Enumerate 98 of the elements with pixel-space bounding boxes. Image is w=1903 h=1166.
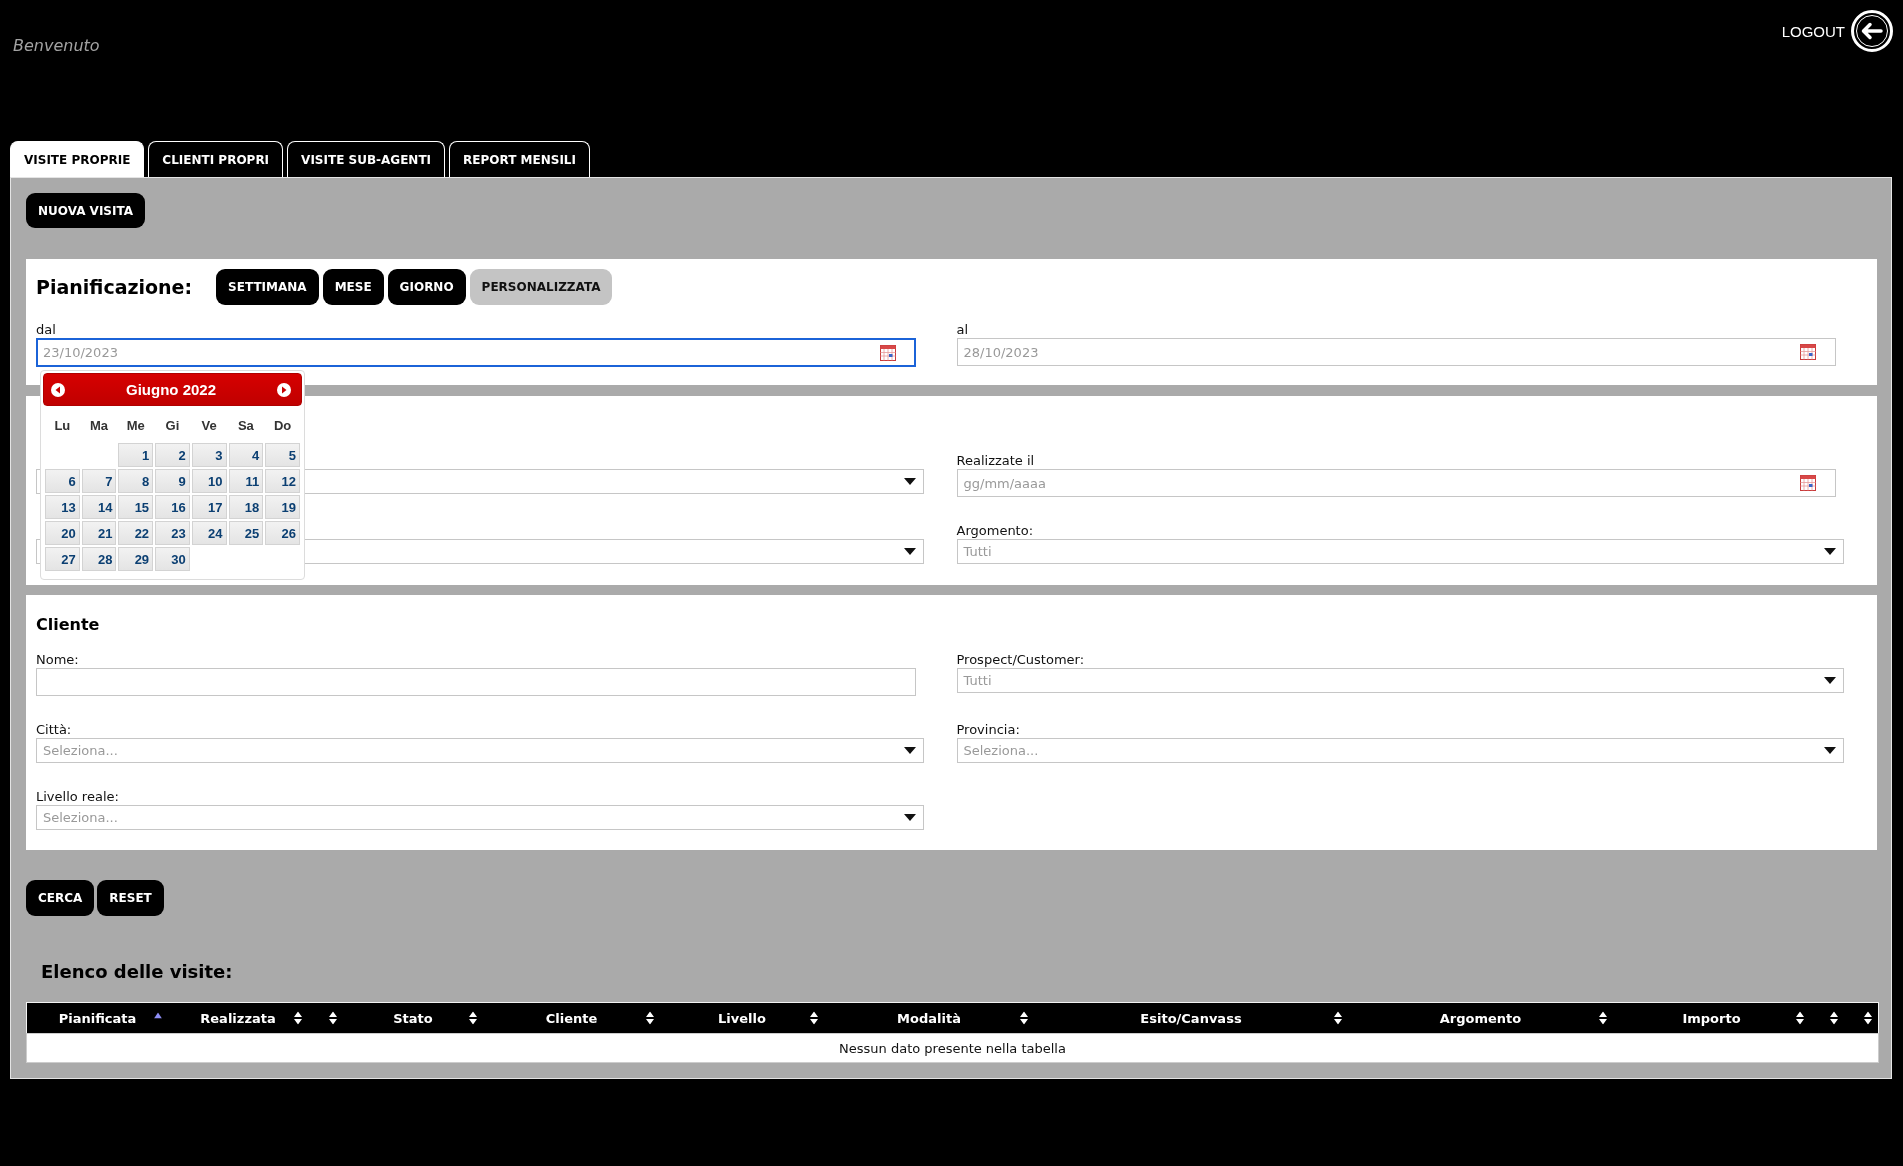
month-title: Giugno 2022 bbox=[126, 381, 216, 398]
text-field[interactable] bbox=[36, 668, 916, 696]
action-button[interactable]: CERCA bbox=[26, 880, 95, 916]
field-label: Argomento: bbox=[956, 522, 1034, 539]
field-label: Nome: bbox=[36, 651, 79, 668]
calendar-day[interactable]: 7 bbox=[81, 469, 117, 493]
period-button[interactable]: GIORNO bbox=[387, 269, 466, 305]
sort-icon[interactable] bbox=[646, 1011, 654, 1025]
sort-icon[interactable] bbox=[1020, 1011, 1028, 1025]
date-field[interactable]: gg/mm/aaaa bbox=[956, 469, 1836, 497]
calendar-icon[interactable] bbox=[879, 344, 896, 361]
calendar-day[interactable]: 21 bbox=[81, 521, 117, 545]
period-button[interactable]: MESE bbox=[322, 269, 384, 305]
calendar-day[interactable]: 3 bbox=[191, 443, 227, 467]
calendar-day[interactable]: 9 bbox=[155, 469, 190, 493]
caret-icon bbox=[1824, 747, 1836, 754]
calendar-day[interactable]: 15 bbox=[118, 495, 154, 519]
field-label: Provincia: bbox=[956, 721, 1020, 738]
caret-icon bbox=[1824, 548, 1836, 555]
field-label: dal bbox=[36, 321, 56, 338]
action-button[interactable]: RESET bbox=[97, 880, 164, 916]
calendar-day[interactable]: 19 bbox=[265, 495, 300, 519]
field-label: Livello reale: bbox=[36, 788, 119, 805]
weekday-label: Ve bbox=[200, 416, 218, 435]
column-header[interactable]: Stato bbox=[343, 1002, 483, 1034]
tab[interactable]: CLIENTI PROPRI bbox=[148, 141, 284, 177]
tab[interactable]: VISITE SUB-AGENTI bbox=[287, 141, 446, 177]
welcome-text: Benvenuto bbox=[13, 36, 100, 56]
calendar-day[interactable]: 2 bbox=[155, 443, 190, 467]
weekday-label: Lu bbox=[53, 416, 72, 435]
calendar-day[interactable]: 14 bbox=[81, 495, 117, 519]
logout-link[interactable]: LOGOUT bbox=[1781, 10, 1893, 52]
column-header[interactable]: Livello bbox=[660, 1002, 824, 1034]
column-header[interactable]: Esito/Canvass bbox=[1034, 1002, 1348, 1034]
sort-icon[interactable] bbox=[1864, 1011, 1872, 1025]
calendar-day[interactable]: 18 bbox=[228, 495, 264, 519]
field-label: Prospect/Customer: bbox=[956, 651, 1085, 668]
weekday-label: Do bbox=[272, 416, 293, 435]
caret-icon bbox=[903, 814, 916, 821]
column-header[interactable]: Cliente bbox=[483, 1002, 660, 1034]
calendar-day[interactable]: 16 bbox=[155, 495, 190, 519]
caret-icon bbox=[903, 747, 916, 754]
calendar-day[interactable]: 4 bbox=[228, 443, 264, 467]
calendar-day[interactable]: 17 bbox=[191, 495, 227, 519]
caret-icon bbox=[903, 478, 916, 485]
column-header[interactable]: Pianificata bbox=[26, 1002, 168, 1034]
column-header[interactable]: Modalità bbox=[824, 1002, 1034, 1034]
sort-icon[interactable] bbox=[1599, 1011, 1607, 1025]
tab[interactable]: REPORT MENSILI bbox=[449, 141, 590, 177]
calendar-day[interactable]: 26 bbox=[265, 521, 300, 545]
calendar-day[interactable]: 8 bbox=[118, 469, 154, 493]
calendar-day[interactable]: 6 bbox=[45, 469, 80, 493]
weekday-label: Gi bbox=[164, 416, 181, 435]
empty-table-message: Nessun dato presente nella tabella bbox=[26, 1033, 1879, 1063]
sort-icon[interactable] bbox=[1334, 1011, 1342, 1025]
calendar-day[interactable]: 13 bbox=[45, 495, 80, 519]
period-button[interactable]: PERSONALIZZATA bbox=[469, 269, 613, 305]
column-header[interactable] bbox=[1844, 1002, 1879, 1034]
tab[interactable]: VISITE PROPRIE bbox=[10, 141, 145, 177]
calendar-icon[interactable] bbox=[1800, 475, 1816, 491]
caret-icon bbox=[903, 548, 916, 555]
column-header[interactable]: Importo bbox=[1613, 1002, 1810, 1034]
section-title: Pianificazione: bbox=[36, 275, 193, 299]
weekday-label: Ma bbox=[89, 416, 110, 435]
column-header[interactable]: Realizzata bbox=[168, 1002, 308, 1034]
calendar-day[interactable]: 28 bbox=[81, 547, 117, 571]
column-header[interactable]: Argomento bbox=[1348, 1002, 1613, 1034]
sort-icon[interactable] bbox=[810, 1011, 818, 1025]
calendar-day[interactable]: 23 bbox=[155, 521, 190, 545]
period-button[interactable]: SETTIMANA bbox=[216, 269, 319, 305]
sort-icon[interactable] bbox=[1830, 1011, 1838, 1025]
sort-up-icon[interactable] bbox=[154, 1012, 162, 1019]
calendar-icon[interactable] bbox=[1800, 344, 1816, 360]
calendar-day[interactable]: 5 bbox=[265, 443, 300, 467]
calendar-day[interactable]: 20 bbox=[45, 521, 80, 545]
sort-icon[interactable] bbox=[1796, 1011, 1804, 1025]
field-label: al bbox=[956, 321, 969, 338]
field-label: Città: bbox=[36, 721, 72, 738]
sort-icon[interactable] bbox=[294, 1011, 302, 1025]
calendar-day[interactable]: 29 bbox=[118, 547, 154, 571]
weekday-label: Sa bbox=[236, 416, 255, 435]
calendar-day[interactable]: 12 bbox=[265, 469, 300, 493]
caret-icon bbox=[1824, 677, 1836, 684]
weekday-label: Me bbox=[125, 416, 146, 435]
new-visit-button[interactable]: NUOVA VISITA bbox=[26, 193, 145, 228]
calendar-day[interactable]: 1 bbox=[118, 443, 154, 467]
sort-icon[interactable] bbox=[469, 1011, 477, 1025]
field-label: Realizzate il bbox=[956, 452, 1035, 469]
calendar-day[interactable]: 25 bbox=[228, 521, 264, 545]
calendar-day[interactable]: 10 bbox=[191, 469, 227, 493]
calendar-day[interactable]: 30 bbox=[155, 547, 190, 571]
calendar-day[interactable]: 27 bbox=[45, 547, 80, 571]
sort-icon[interactable] bbox=[329, 1011, 337, 1025]
calendar-day[interactable]: 22 bbox=[118, 521, 154, 545]
calendar-day[interactable]: 11 bbox=[228, 469, 264, 493]
calendar-day[interactable]: 24 bbox=[191, 521, 227, 545]
section-title: Cliente bbox=[36, 615, 100, 635]
list-title: Elenco delle visite: bbox=[41, 960, 233, 984]
